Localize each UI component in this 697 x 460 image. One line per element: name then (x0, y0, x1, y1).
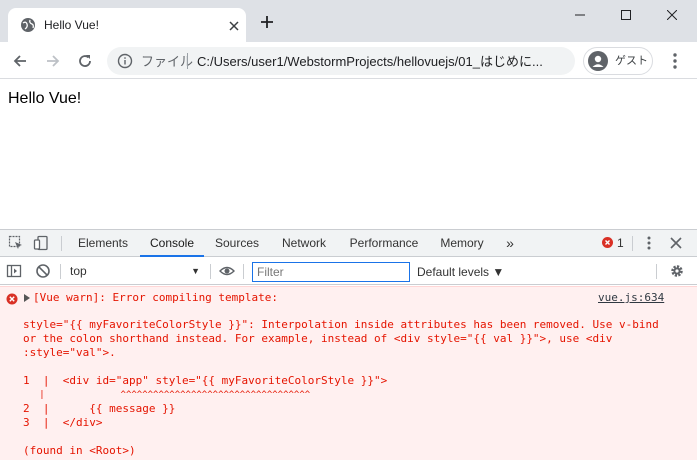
toolbar-divider (243, 264, 244, 279)
tab-sources[interactable]: Sources (210, 230, 264, 257)
profile-label: ゲスト (615, 55, 648, 67)
device-toolbar-icon[interactable] (33, 235, 49, 251)
tab-performance[interactable]: Performance (344, 230, 424, 257)
console-message-line: 3 | </div> (23, 416, 103, 429)
profile-button[interactable]: ゲスト (583, 47, 653, 75)
gear-icon[interactable] (669, 263, 685, 279)
browser-tab[interactable]: Hello Vue! (8, 8, 246, 42)
context-selector[interactable]: top ▼ (64, 261, 204, 281)
toolbar-divider (632, 236, 633, 251)
person-icon (588, 51, 608, 71)
info-icon[interactable] (117, 53, 133, 69)
address-bar[interactable]: ファイル C:/Users/user1/WebstormProjects/hel… (107, 47, 575, 75)
plus-icon[interactable] (259, 14, 275, 30)
page-body-text: Hello Vue! (8, 90, 82, 107)
console-message-source-link[interactable]: vue.js:634 (598, 290, 664, 306)
clear-console-icon[interactable] (35, 263, 51, 279)
reload-icon[interactable] (73, 49, 97, 73)
globe-icon (20, 17, 36, 33)
tab-close-icon[interactable] (228, 19, 240, 31)
toolbar-divider (60, 264, 61, 279)
context-label: top (70, 264, 87, 278)
page-viewport: Hello Vue! (0, 80, 697, 229)
tab-memory[interactable]: Memory (434, 230, 490, 257)
console-message-line (23, 430, 683, 444)
toolbar-divider (210, 264, 211, 279)
console-message-title: [Vue warn]: Error compiling template: (33, 291, 279, 304)
console-message-line: style="{{ myFavoriteColorStyle }}": Inte… (23, 318, 659, 331)
inspect-element-icon[interactable] (8, 235, 24, 251)
console-message-line: 2 | {{ message }} (23, 402, 176, 415)
tab-elements[interactable]: Elements (72, 230, 134, 257)
toolbar-divider (61, 236, 62, 251)
browser-tabstrip: Hello Vue! (0, 0, 697, 42)
console-message-line: or the colon shorthand instead. For exam… (23, 332, 613, 345)
console-message-line: :style="val">. (23, 346, 116, 359)
console-messages: [Vue warn]: Error compiling template: vu… (0, 286, 697, 460)
error-icon (602, 237, 613, 248)
tab-console[interactable]: Console (140, 230, 204, 257)
forward-arrow-icon[interactable] (41, 49, 65, 73)
eye-icon[interactable] (219, 263, 235, 279)
console-message-line (23, 360, 683, 374)
more-tabs-button[interactable]: » (500, 230, 520, 257)
url-text[interactable]: C:/Users/user1/WebstormProjects/hellovue… (197, 54, 569, 69)
devtools-tab-bar: Elements Console Sources Network Perform… (0, 230, 697, 257)
console-message-body: style="{{ myFavoriteColorStyle }}": Inte… (23, 318, 683, 458)
console-message-line: 1 | <div id="app" style="{{ myFavoriteCo… (23, 374, 388, 387)
toolbar-divider (656, 264, 657, 279)
console-message-line: (found in <Root>) (23, 444, 136, 457)
expand-arrow-icon[interactable] (24, 294, 30, 302)
error-count-badge[interactable]: 1 (602, 236, 624, 251)
console-filter-bar: top ▼ Default levels ▼ (0, 258, 697, 285)
maximize-button[interactable] (603, 0, 649, 30)
kebab-icon[interactable] (641, 235, 657, 251)
error-icon (6, 292, 18, 305)
caret-down-icon: ▼ (191, 266, 200, 276)
console-message-line: | ^^^^^^^^^^^^^^^^^^^^^^^^^^^^^^^^^^^ (23, 390, 311, 400)
error-count: 1 (617, 236, 624, 250)
minimize-button[interactable] (557, 0, 603, 30)
url-separator (187, 53, 188, 69)
tab-network[interactable]: Network (274, 230, 334, 257)
back-arrow-icon[interactable] (8, 49, 32, 73)
sidebar-toggle-icon[interactable] (6, 263, 22, 279)
console-filter-input[interactable] (252, 262, 410, 282)
close-icon[interactable] (668, 235, 684, 251)
window-close-button[interactable] (649, 0, 695, 30)
devtools-panel: Elements Console Sources Network Perform… (0, 229, 697, 460)
log-levels-dropdown[interactable]: Default levels ▼ (417, 262, 504, 282)
url-scheme-label: ファイル (141, 54, 194, 69)
browser-toolbar: ファイル C:/Users/user1/WebstormProjects/hel… (0, 42, 697, 79)
tab-title: Hello Vue! (44, 18, 99, 32)
kebab-icon[interactable] (663, 49, 687, 73)
